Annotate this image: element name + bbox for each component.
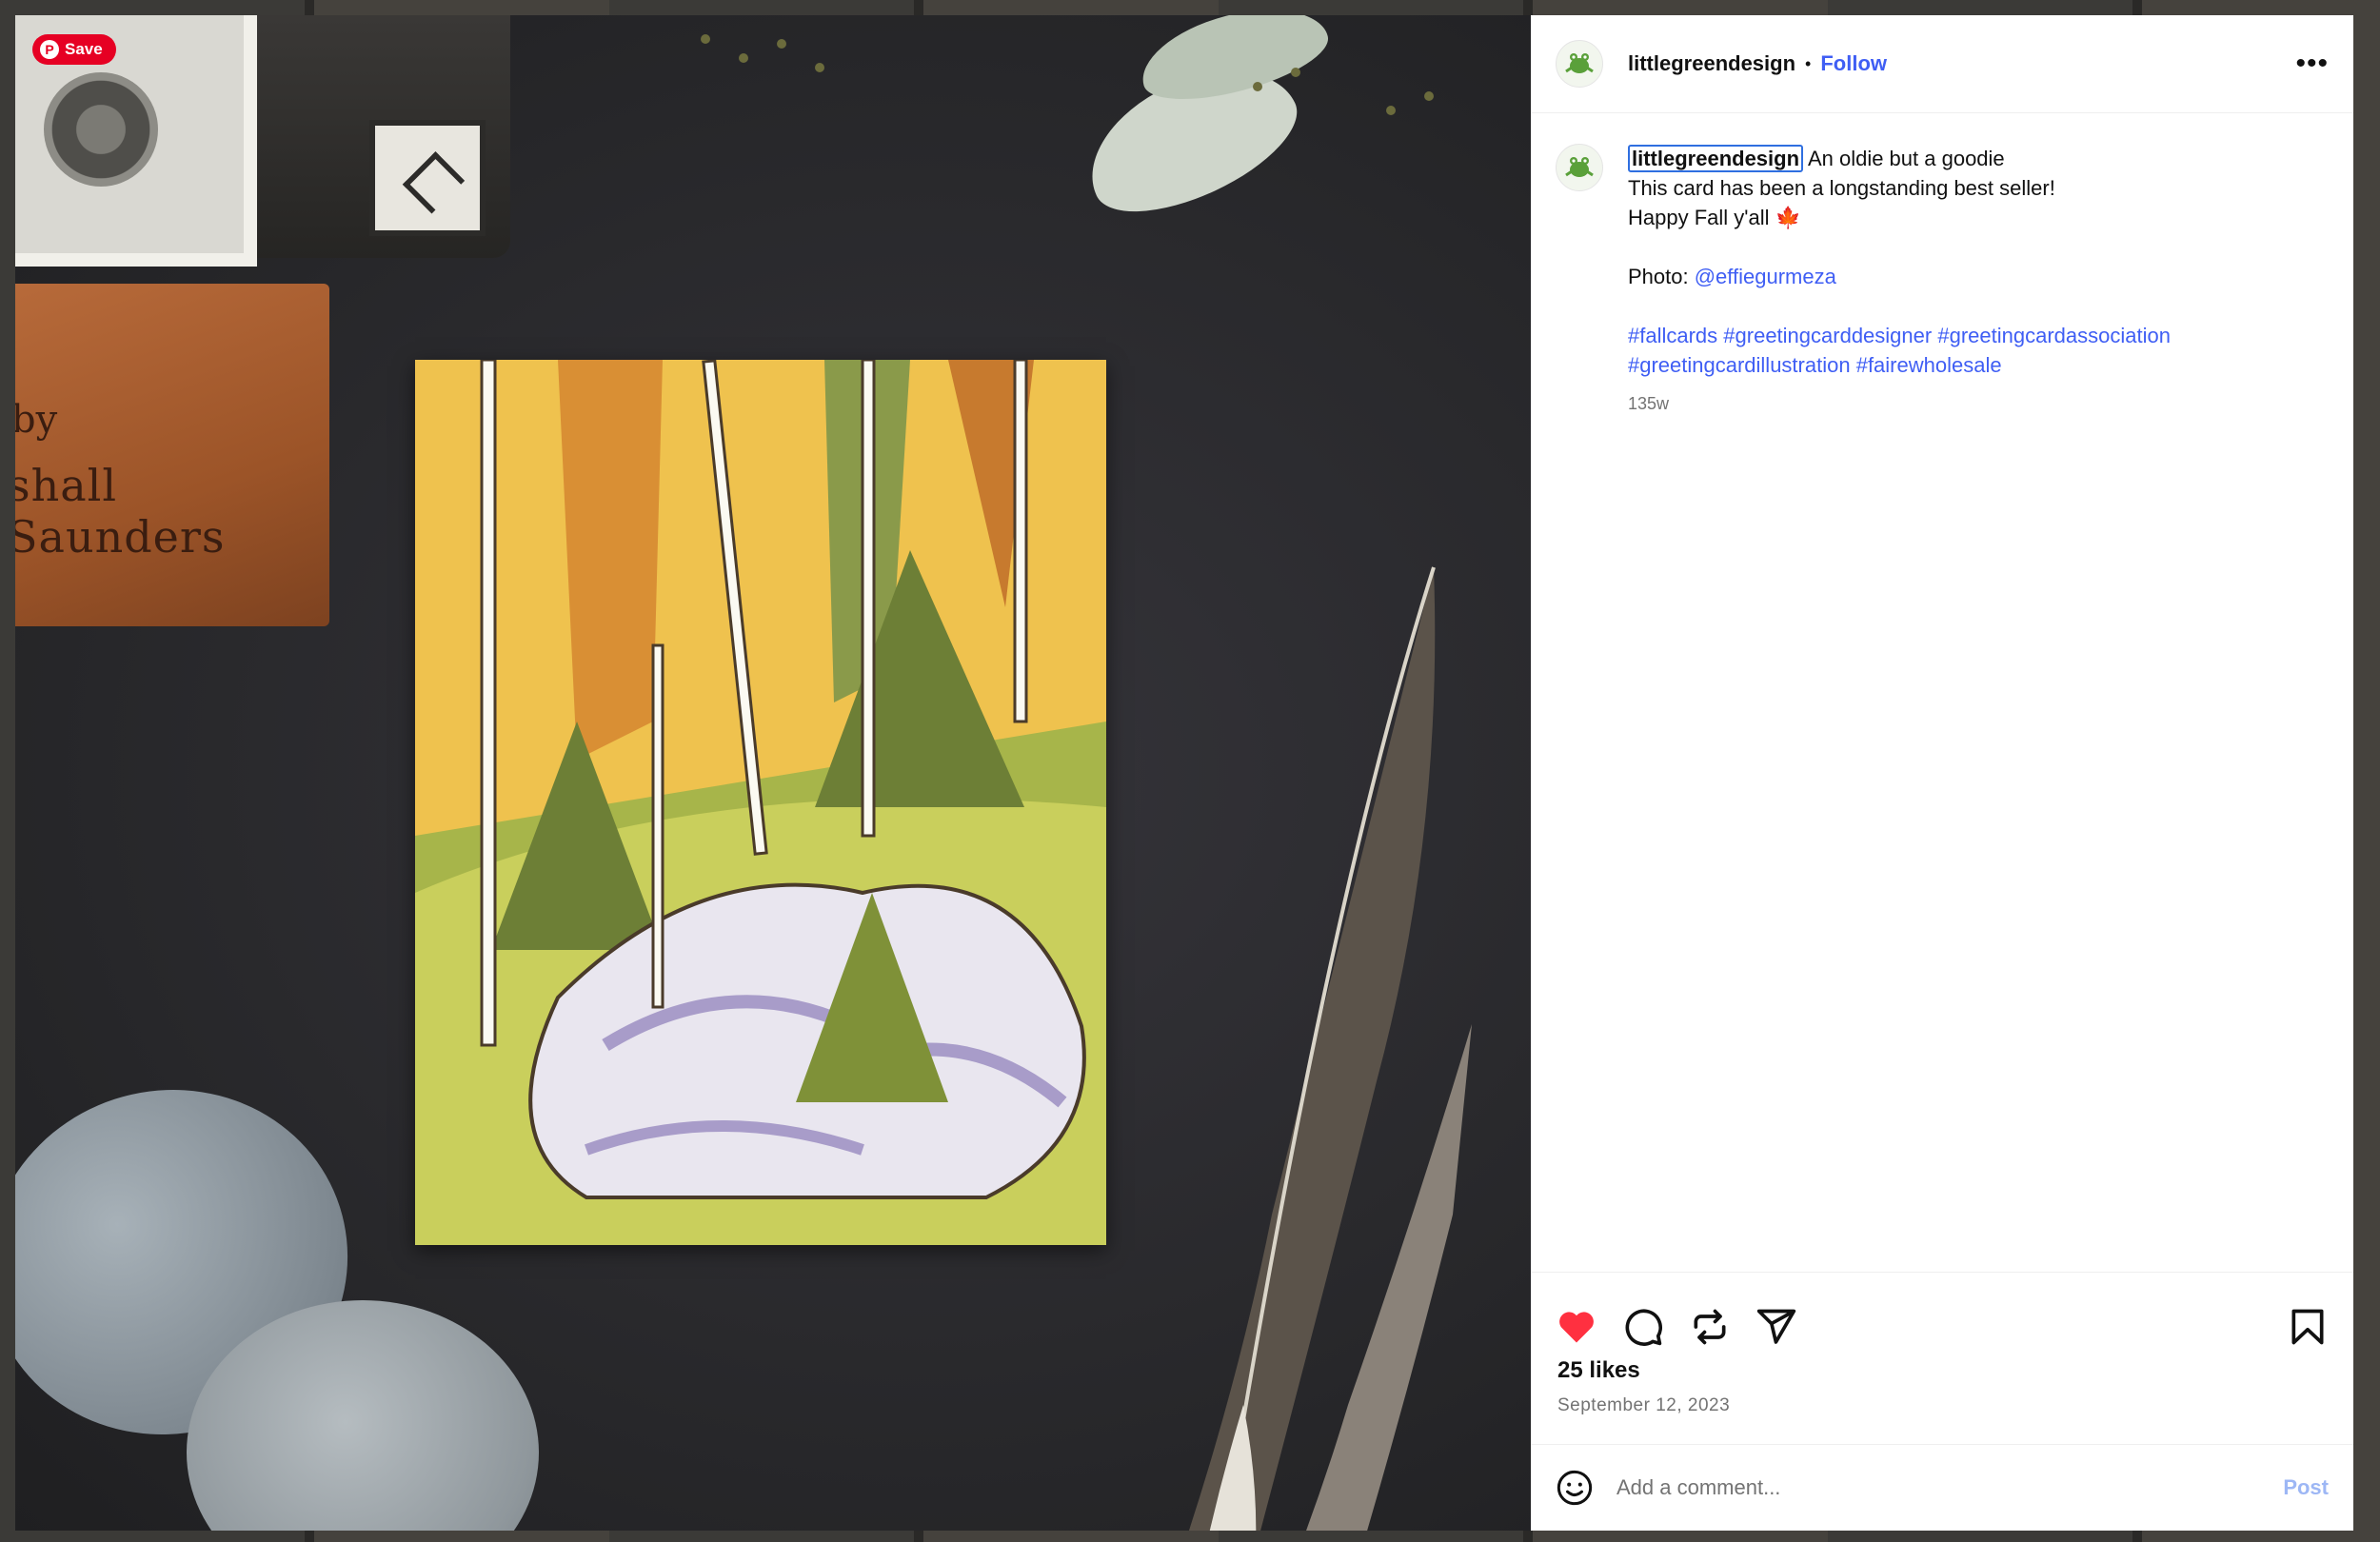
post-sidebar: littlegreendesign • Follow ••• littlegre… [1531,15,2353,1531]
card-illustration [415,360,1106,1245]
caption-line-3: Happy Fall y'all 🍁 [1628,206,1801,229]
hashtag[interactable]: #greetingcarddesigner [1723,324,1932,347]
hashtags-row-1: #fallcards #greetingcarddesigner #greeti… [1628,321,2171,350]
header-separator: • [1805,53,1812,73]
hashtag[interactable]: #fairewholesale [1856,353,2002,377]
feather-prop [1188,566,1472,1531]
book-prop: by shall Saunders [15,284,329,626]
greeting-card [415,360,1106,1245]
repost-icon[interactable] [1689,1306,1731,1348]
berry [815,63,824,72]
caption-line-1: littlegreendesign An oldie but a goodie [1628,144,2171,173]
caption-line1-text: An oldie but a goodie [1803,147,2005,170]
post-comment-button[interactable]: Post [2283,1475,2329,1500]
photo-credit-mention[interactable]: @effiegurmeza [1695,265,1836,288]
comment-input[interactable] [1615,1474,2284,1501]
likes-count[interactable]: 25 likes [1557,1357,1640,1384]
hashtag[interactable]: #fallcards [1628,324,1717,347]
pinterest-icon: P [40,40,59,59]
pinterest-save-label: Save [65,40,103,58]
hashtag[interactable]: #greetingcardillustration [1628,353,1851,377]
share-icon[interactable] [1755,1306,1797,1348]
caption-timestamp[interactable]: 135w [1628,389,2171,419]
caption-body: littlegreendesign An oldie but a goodie … [1628,144,2171,419]
camera-logo [369,120,486,236]
comment-bar: Post [1531,1444,2353,1531]
hashtags-row-2: #greetingcardillustration #fairewholesal… [1628,350,2171,380]
hashtag[interactable]: #greetingcardassociation [1937,324,2171,347]
photo-credit-prefix: Photo: [1628,265,1695,288]
comment-icon[interactable] [1622,1306,1664,1348]
post-date[interactable]: September 12, 2023 [1557,1395,1730,1416]
berry [739,53,748,63]
berry [701,34,710,44]
caption-username[interactable]: littlegreendesign [1628,145,1804,172]
book-text-top: by [15,398,58,442]
emoji-icon[interactable] [1556,1469,1594,1507]
follow-button[interactable]: Follow [1820,51,1887,76]
post-photo: P Save by shall Saunders [15,15,1531,1531]
berry [777,39,786,49]
caption-avatar[interactable] [1556,144,1603,191]
header-username[interactable]: littlegreendesign [1628,51,1795,76]
caption-photo-credit: Photo: @effiegurmeza [1628,262,2171,291]
post-modal: P Save by shall Saunders littlegreendesi… [15,15,2353,1531]
action-bar [1531,1272,2353,1360]
berry [1291,68,1300,77]
avatar[interactable] [1556,40,1603,88]
berry [1386,106,1396,115]
book-text-title: shall Saunders [15,460,226,563]
pinterest-save-button[interactable]: P Save [32,34,116,65]
berry [1253,82,1262,91]
more-options-icon[interactable]: ••• [2295,48,2329,80]
caption-line-2: This card has been a longstanding best s… [1628,176,2055,200]
berry [1424,91,1434,101]
bookmark-icon[interactable] [2287,1306,2329,1348]
post-caption: littlegreendesign An oldie but a goodie … [1556,144,2329,419]
frog-logo-icon [1565,157,1594,177]
heart-icon[interactable] [1556,1306,1597,1348]
frog-logo-icon [1565,53,1594,73]
post-header: littlegreendesign • Follow ••• [1531,15,2353,113]
